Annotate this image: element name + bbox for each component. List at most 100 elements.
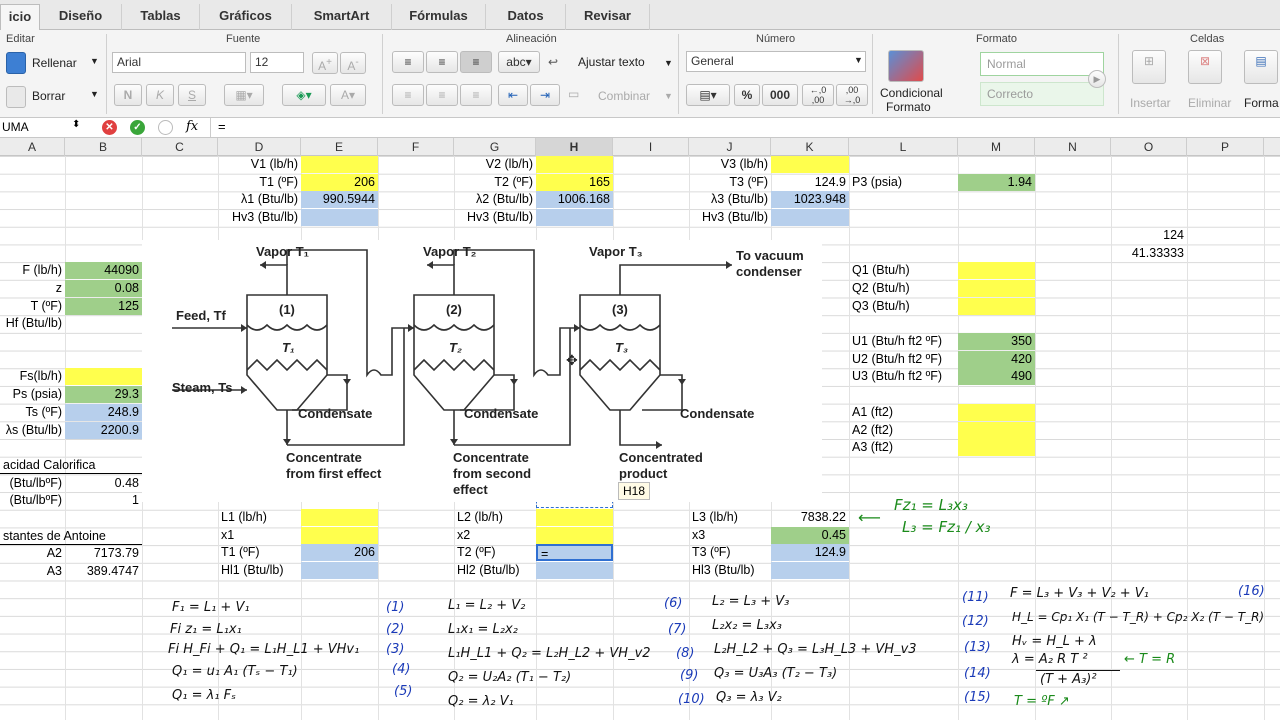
wrap-text-button[interactable]: Ajustar texto — [578, 55, 645, 69]
chevron-down-icon[interactable]: ▼ — [90, 56, 99, 66]
cell-label[interactable]: λ1 (Btu/lb) — [218, 191, 301, 208]
cell-label[interactable]: A2 (ft2) — [849, 422, 958, 439]
cell-label[interactable]: V2 (lb/h) — [454, 156, 536, 173]
cell-input[interactable] — [301, 509, 378, 526]
cell-input[interactable] — [771, 156, 849, 173]
column-header-c[interactable]: C — [142, 138, 218, 156]
delete-button[interactable]: Eliminar — [1188, 96, 1231, 110]
font-size-select[interactable]: 12 — [250, 52, 304, 73]
cell-value[interactable]: 0.45 — [771, 526, 849, 544]
merge-button[interactable]: Combinar — [598, 89, 650, 103]
cell-value[interactable]: 7838.22 — [771, 509, 849, 526]
conditional-format-button[interactable]: Condicional — [880, 86, 943, 100]
cell-label[interactable]: λs (Btu/lb) — [0, 422, 65, 439]
cell-value[interactable]: 490 — [958, 368, 1035, 386]
fx-button[interactable]: fx — [186, 119, 198, 134]
align-right-icon[interactable]: ≡ — [460, 84, 492, 106]
cell-value[interactable]: 1 — [65, 492, 142, 509]
cell-value[interactable]: 420 — [958, 350, 1035, 368]
increase-indent-icon[interactable]: ⇥ — [530, 84, 560, 106]
column-header-o[interactable]: O — [1111, 138, 1187, 156]
cell-value[interactable]: 124 — [1111, 227, 1187, 244]
cell-label[interactable]: U2 (Btu/h ft2 ºF) — [849, 351, 958, 368]
cell-label[interactable]: T3 (ºF) — [689, 544, 771, 561]
column-header-g[interactable]: G — [454, 138, 536, 156]
name-box-stepper-icon[interactable]: ⬍ — [72, 119, 80, 130]
align-top-icon[interactable]: ≡ — [392, 51, 424, 73]
cell-label[interactable]: Q1 (Btu/h) — [849, 262, 958, 279]
cell-label[interactable]: Hf (Btu/lb) — [0, 315, 65, 332]
bold-button[interactable]: N — [114, 84, 142, 106]
cell-label[interactable]: Ts (ºF) — [0, 404, 65, 421]
cell-label[interactable]: A3 — [0, 563, 65, 580]
cell-input[interactable] — [958, 297, 1035, 315]
cell-input[interactable] — [536, 209, 613, 227]
align-center-icon[interactable]: ≡ — [426, 84, 458, 106]
column-header-e[interactable]: E — [301, 138, 378, 156]
cell-input[interactable] — [301, 562, 378, 580]
cell-value[interactable]: 7173.79 — [65, 545, 142, 562]
cell-label[interactable]: U3 (Btu/h ft2 ºF) — [849, 368, 958, 385]
increase-decimals-button[interactable]: ←,0 ,00 — [802, 84, 834, 106]
cell-label[interactable]: Hv3 (Btu/lb) — [454, 209, 536, 226]
tab-inicio[interactable]: icio — [0, 4, 40, 31]
cell-value[interactable]: 124.9 — [771, 174, 849, 191]
cell-value[interactable]: 389.4747 — [65, 563, 142, 580]
cell-label[interactable]: T2 (ºF) — [454, 544, 536, 561]
cell-label[interactable]: T1 (ºF) — [218, 544, 301, 561]
tab-graficos[interactable]: Gráficos — [200, 4, 292, 30]
cell-value[interactable]: 44090 — [65, 262, 142, 280]
italic-button[interactable]: K — [146, 84, 174, 106]
cell-input[interactable] — [536, 526, 613, 544]
column-header-k[interactable]: K — [771, 138, 849, 156]
cell-value[interactable]: 248.9 — [65, 403, 142, 421]
cell-label[interactable]: F (lb/h) — [0, 262, 65, 279]
cell-label[interactable]: λ3 (Btu/lb) — [689, 191, 771, 208]
fill-color-icon[interactable]: ◈▾ — [282, 84, 326, 106]
cell-label[interactable]: Hv3 (Btu/lb) — [689, 209, 771, 226]
cell-value[interactable]: 125 — [65, 297, 142, 315]
merge-icon[interactable]: ▭ — [568, 87, 579, 101]
cell-label[interactable]: z — [0, 280, 65, 297]
underline-button[interactable]: S — [178, 84, 206, 106]
section-heading[interactable]: stantes de Antoine — [0, 528, 142, 545]
cell-label[interactable]: T2 (ºF) — [454, 174, 536, 191]
cell-input[interactable] — [536, 562, 613, 580]
cell-label[interactable]: T1 (ºF) — [218, 174, 301, 191]
text-orientation-button[interactable]: abc▾ — [498, 51, 540, 73]
style-normal[interactable]: Normal — [980, 52, 1104, 76]
insert-button[interactable]: Insertar — [1130, 96, 1171, 110]
cell-label[interactable]: Hl2 (Btu/lb) — [454, 562, 536, 579]
column-header-f[interactable]: F — [378, 138, 454, 156]
align-bottom-icon[interactable]: ≡ — [460, 51, 492, 73]
confirm-icon[interactable]: ✓ — [130, 120, 145, 135]
delete-cells-icon[interactable]: ⊠ — [1188, 50, 1222, 84]
borders-icon[interactable]: ▦▾ — [224, 84, 264, 106]
cell-label[interactable]: T (ºF) — [0, 298, 65, 315]
cell-label[interactable]: T3 (ºF) — [689, 174, 771, 191]
formula-input[interactable]: = — [218, 119, 226, 134]
eraser-icon[interactable] — [6, 86, 26, 108]
cell-value[interactable]: 1.94 — [958, 173, 1035, 191]
cell-label[interactable]: x1 — [218, 527, 301, 544]
cell-input[interactable] — [65, 368, 142, 386]
cell-value[interactable]: 0.08 — [65, 279, 142, 297]
tab-datos[interactable]: Datos — [486, 4, 566, 30]
cell-input[interactable] — [536, 156, 613, 173]
column-header-h[interactable]: H — [536, 138, 613, 156]
active-cell-editor[interactable]: = — [536, 544, 613, 562]
fill-button[interactable]: Rellenar — [32, 56, 77, 70]
cell-label[interactable]: (Btu/lbºF) — [0, 492, 65, 509]
tab-revisar[interactable]: Revisar — [566, 4, 650, 30]
evaporator-diagram[interactable]: Vapor T₁ Vapor T₂ Vapor T₃ To vacuum con… — [142, 240, 822, 502]
cell-input[interactable] — [771, 209, 849, 227]
cell-value[interactable]: 990.5944 — [301, 191, 378, 209]
function-wizard-icon[interactable] — [158, 120, 173, 135]
thousands-button[interactable]: 000 — [762, 84, 798, 106]
cell-value[interactable]: 29.3 — [65, 386, 142, 404]
cell-label[interactable]: A2 — [0, 545, 65, 562]
cell-label[interactable]: L2 (lb/h) — [454, 509, 536, 526]
font-color-icon[interactable]: A▾ — [330, 84, 366, 106]
cell-input[interactable] — [958, 279, 1035, 297]
increase-font-icon[interactable]: A+ — [312, 52, 338, 74]
